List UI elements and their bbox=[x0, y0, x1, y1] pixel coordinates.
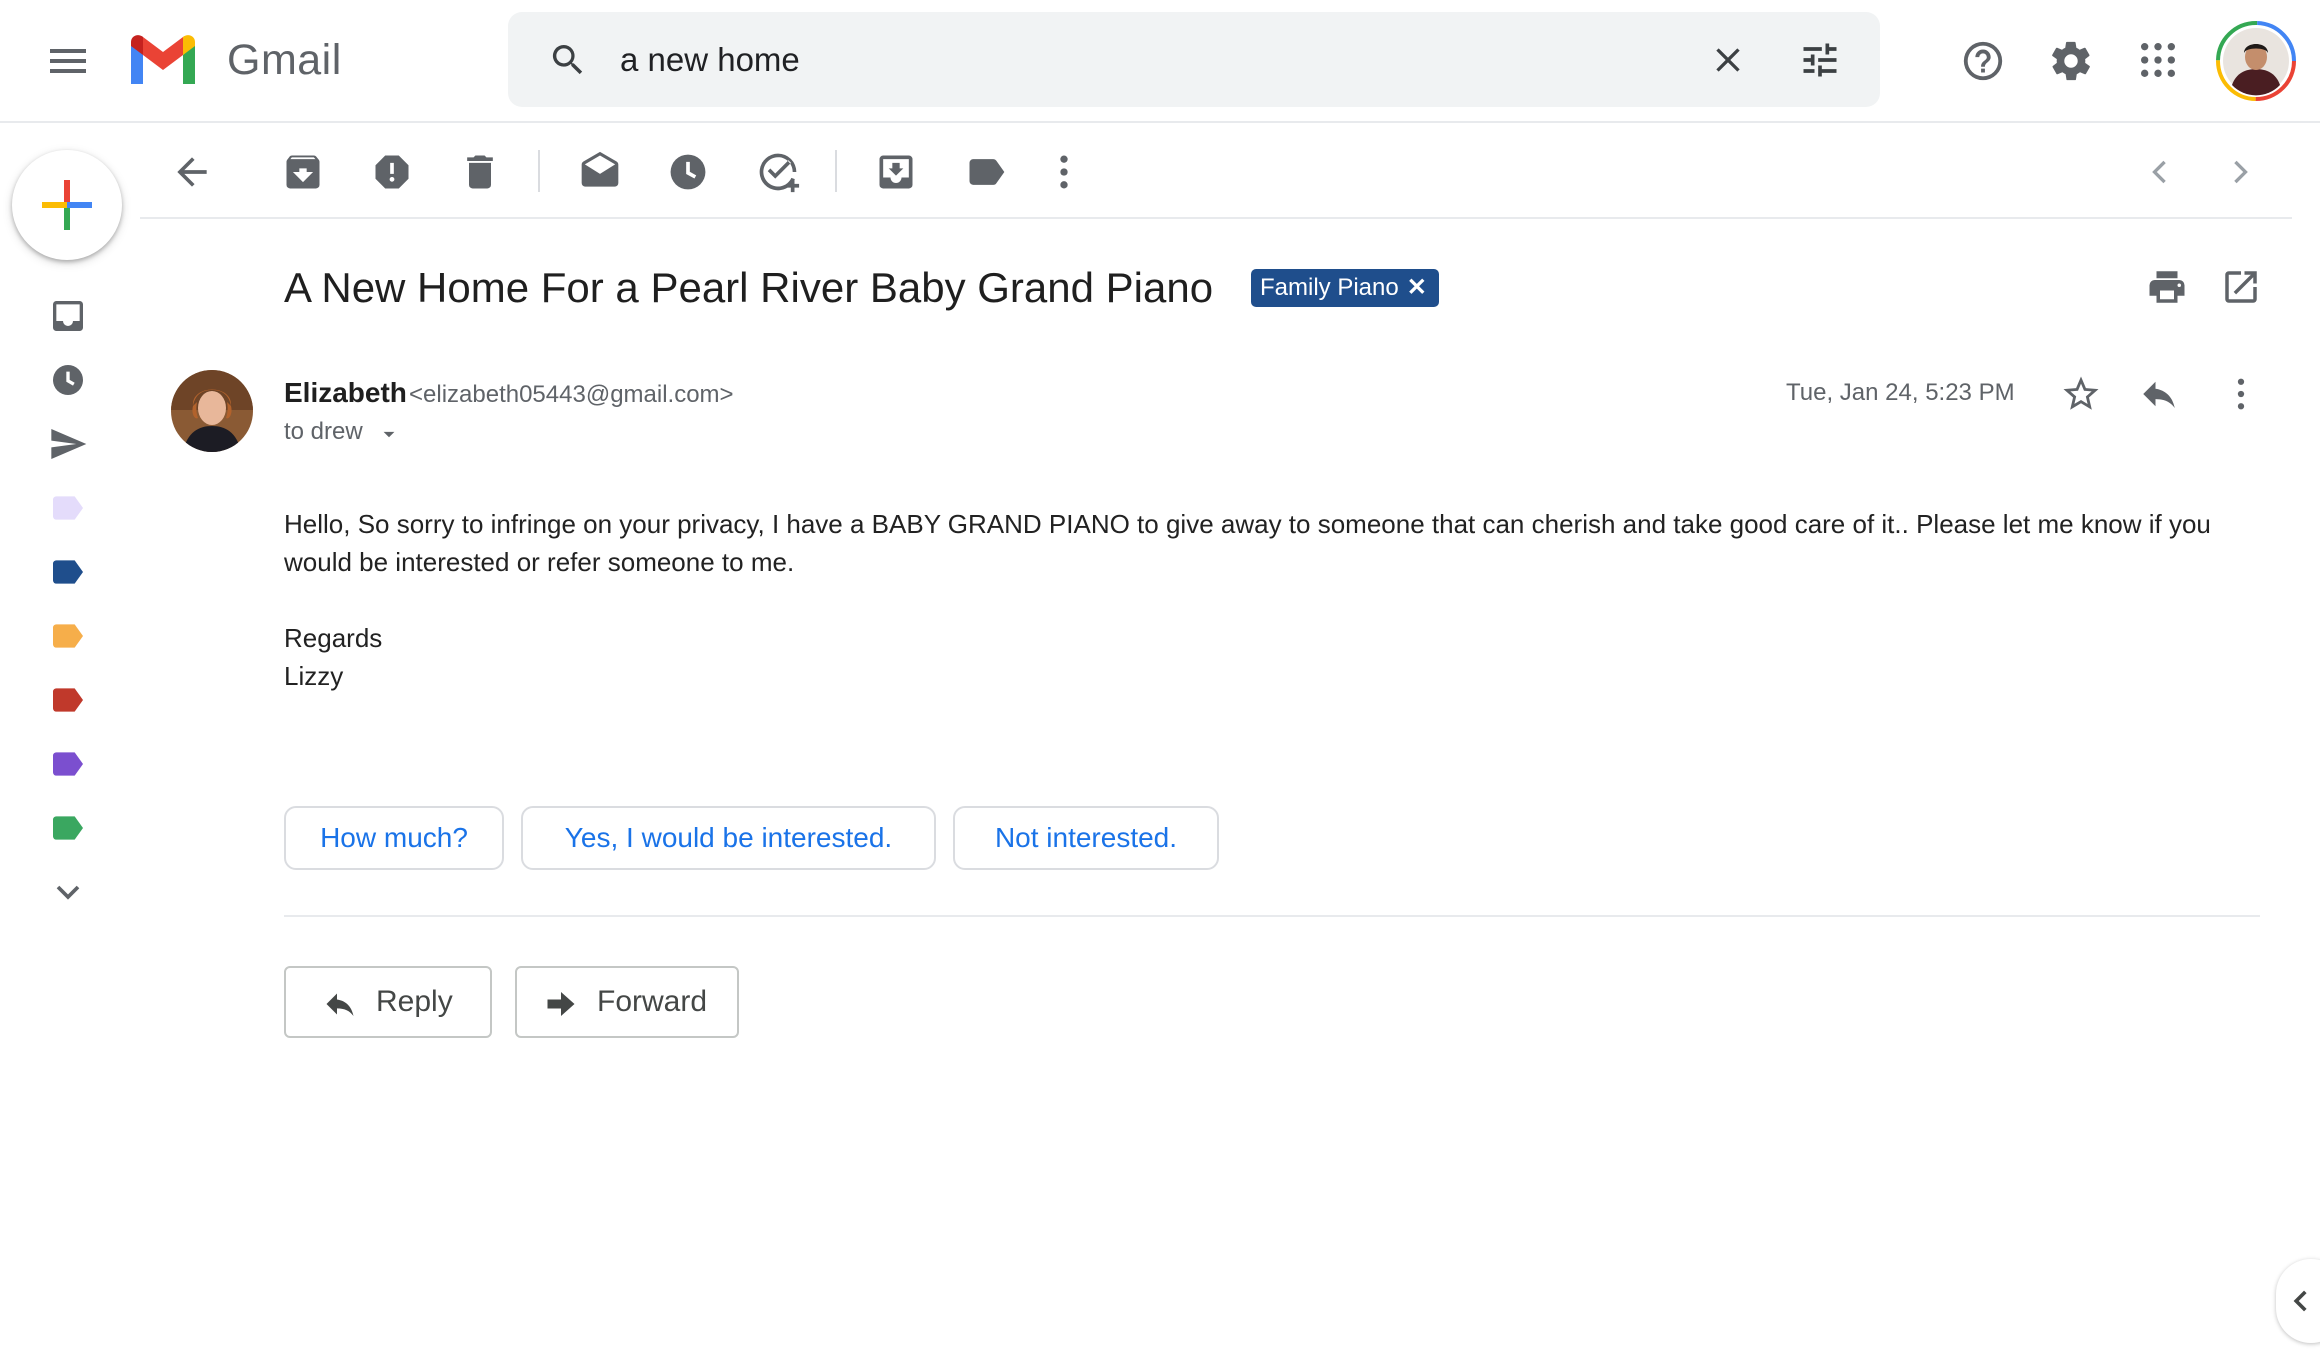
toolbar-divider bbox=[538, 150, 540, 192]
reply-icon[interactable] bbox=[2138, 373, 2180, 415]
label-shape bbox=[53, 816, 83, 840]
account-avatar[interactable] bbox=[2216, 21, 2296, 101]
toolbar-divider bbox=[835, 150, 837, 192]
snooze-clock-icon[interactable] bbox=[666, 150, 710, 194]
delete-trash-icon[interactable] bbox=[458, 150, 502, 194]
back-arrow-icon[interactable] bbox=[170, 150, 214, 194]
search-input[interactable] bbox=[620, 30, 1620, 90]
more-options-icon[interactable] bbox=[1042, 150, 1086, 194]
label-chip-text: Family Piano bbox=[1260, 274, 1399, 301]
top-bar: Gmail bbox=[0, 0, 2320, 123]
sent-icon[interactable] bbox=[48, 424, 88, 464]
label-shape bbox=[53, 752, 83, 776]
app-name: Gmail bbox=[227, 36, 342, 84]
show-side-panel-button[interactable] bbox=[2276, 1259, 2320, 1343]
label-icon[interactable] bbox=[48, 808, 88, 848]
email-body: Hello, So sorry to infringe on your priv… bbox=[284, 505, 2244, 581]
label-chip[interactable]: Family Piano ✕ bbox=[1251, 269, 1439, 307]
forward-button[interactable]: Forward bbox=[515, 966, 739, 1038]
report-spam-icon[interactable] bbox=[370, 150, 414, 194]
mark-unread-icon[interactable] bbox=[578, 150, 622, 194]
label-shape bbox=[53, 496, 83, 520]
print-icon[interactable] bbox=[2146, 266, 2188, 308]
sender-avatar[interactable] bbox=[171, 370, 253, 452]
label-icon[interactable] bbox=[48, 616, 88, 656]
recipient-details-dropdown-icon[interactable] bbox=[376, 421, 402, 447]
older-chevron-right-icon[interactable] bbox=[2218, 150, 2262, 194]
recipient-line: to drew bbox=[284, 418, 363, 445]
main-menu-icon[interactable] bbox=[44, 37, 92, 85]
inbox-icon[interactable] bbox=[48, 296, 88, 336]
remove-label-icon[interactable]: ✕ bbox=[1407, 274, 1427, 301]
signature-name: Lizzy bbox=[284, 661, 344, 691]
reply-button-label: Reply bbox=[376, 985, 453, 1018]
signature-line: Regards bbox=[284, 623, 383, 653]
email-body-paragraph: Hello, So sorry to infringe on your priv… bbox=[284, 509, 2211, 577]
help-icon[interactable] bbox=[1960, 38, 2006, 84]
sender-email: <elizabeth05443@gmail.com> bbox=[409, 381, 734, 408]
email-timestamp: Tue, Jan 24, 5:23 PM bbox=[1786, 379, 2015, 406]
email-subject: A New Home For a Pearl River Baby Grand … bbox=[284, 264, 1214, 311]
clear-search-icon[interactable] bbox=[1708, 40, 1748, 80]
label-icon[interactable] bbox=[48, 680, 88, 720]
smart-reply-button[interactable]: Not interested. bbox=[953, 806, 1219, 870]
smart-reply-button[interactable]: Yes, I would be interested. bbox=[521, 806, 936, 870]
search-options-icon[interactable] bbox=[1798, 38, 1842, 82]
settings-gear-icon[interactable] bbox=[2048, 38, 2094, 84]
smart-reply-button[interactable]: How much? bbox=[284, 806, 504, 870]
compose-button[interactable] bbox=[12, 150, 122, 260]
reply-arrow-icon bbox=[326, 993, 354, 1016]
expand-more-icon[interactable] bbox=[48, 872, 88, 912]
labels-icon[interactable] bbox=[964, 150, 1008, 194]
sender-name[interactable]: Elizabeth bbox=[284, 375, 407, 411]
forward-arrow-icon bbox=[547, 992, 575, 1016]
add-to-tasks-icon[interactable] bbox=[756, 150, 800, 194]
gmail-logo[interactable] bbox=[126, 32, 200, 88]
forward-button-label: Forward bbox=[597, 985, 708, 1018]
search-bar bbox=[508, 12, 1880, 107]
label-shape bbox=[53, 560, 83, 584]
star-icon[interactable] bbox=[2060, 373, 2102, 415]
label-icon[interactable] bbox=[48, 744, 88, 784]
reply-button[interactable]: Reply bbox=[284, 966, 492, 1038]
label-shape bbox=[53, 688, 83, 712]
newer-chevron-left-icon[interactable] bbox=[2138, 150, 2182, 194]
snoozed-clock-icon[interactable] bbox=[48, 360, 88, 400]
message-divider bbox=[284, 915, 2260, 917]
search-icon[interactable] bbox=[548, 40, 588, 80]
label-icon[interactable] bbox=[48, 552, 88, 592]
label-shape bbox=[53, 624, 83, 648]
label-icon[interactable] bbox=[48, 488, 88, 528]
toolbar-divider-line bbox=[140, 217, 2292, 219]
open-in-new-window-icon[interactable] bbox=[2220, 266, 2262, 308]
google-apps-icon[interactable] bbox=[2138, 40, 2178, 80]
archive-icon[interactable] bbox=[281, 150, 325, 194]
move-to-inbox-icon[interactable] bbox=[874, 150, 918, 194]
message-more-options-icon[interactable] bbox=[2220, 373, 2262, 415]
